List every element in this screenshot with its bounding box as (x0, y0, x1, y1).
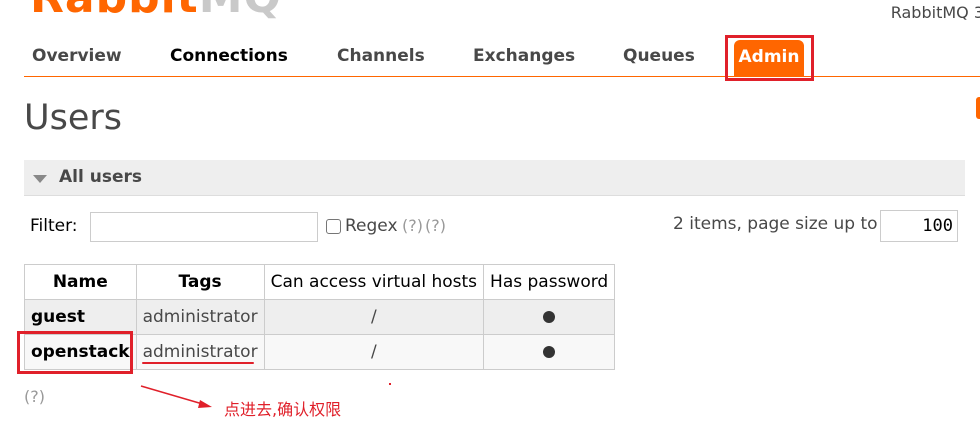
tab-channels[interactable]: Channels (337, 36, 425, 76)
all-users-section-header[interactable]: All users (24, 160, 965, 196)
logo-text-grey: MQ (199, 0, 282, 23)
filter-input[interactable] (90, 212, 318, 242)
col-password-header[interactable]: Has password (483, 264, 616, 300)
version-text: RabbitMQ 3 (890, 3, 980, 22)
table-row[interactable]: guest administrator / (24, 299, 616, 335)
page-title: Users (24, 98, 123, 138)
col-name-header[interactable]: Name (24, 264, 137, 300)
collapse-triangle-icon (33, 175, 47, 183)
tab-exchanges[interactable]: Exchanges (473, 36, 575, 76)
regex-label: Regex (345, 216, 398, 236)
bottom-help-link[interactable]: (?) (24, 387, 45, 406)
tags-underline-annotation (142, 362, 254, 364)
has-password-cell (483, 334, 616, 370)
admin-highlight-box (725, 35, 814, 81)
main-nav: Overview Connections Channels Exchanges … (24, 36, 980, 77)
col-tags-header[interactable]: Tags (135, 264, 265, 300)
table-header-row: Name Tags Can access virtual hosts Has p… (24, 264, 616, 300)
tab-queues[interactable]: Queues (623, 36, 695, 76)
right-edge-tab[interactable] (976, 97, 980, 119)
rabbitmq-logo[interactable]: RabbitMQ (30, 0, 282, 23)
user-vhosts: / (263, 299, 485, 335)
password-dot-icon (543, 311, 556, 323)
password-dot-icon (543, 346, 556, 358)
tab-connections[interactable]: Connections (170, 36, 288, 76)
col-vhosts-header[interactable]: Can access virtual hosts (263, 264, 485, 300)
openstack-highlight-box (17, 331, 133, 374)
page-size-input[interactable]: 100 (880, 210, 958, 242)
tab-overview[interactable]: Overview (32, 36, 122, 76)
user-tags: administrator (135, 299, 265, 335)
section-title: All users (59, 167, 142, 187)
annotation-text: 点进去,确认权限 (224, 400, 342, 419)
regex-help-link[interactable]: (?) (402, 216, 423, 235)
user-name-link[interactable]: guest (24, 299, 137, 335)
regex-checkbox[interactable] (326, 219, 341, 234)
logo-text-orange: Rabbit (30, 0, 199, 23)
filter-label: Filter: (30, 216, 78, 236)
user-vhosts: / (263, 334, 485, 370)
filter-help-link[interactable]: (?) (425, 216, 446, 235)
annotation-dot (389, 383, 391, 385)
items-count-label: 2 items, page size up to (673, 214, 878, 234)
annotation-arrow-icon (140, 385, 212, 408)
has-password-cell (483, 299, 616, 335)
user-tags: administrator (135, 334, 265, 370)
